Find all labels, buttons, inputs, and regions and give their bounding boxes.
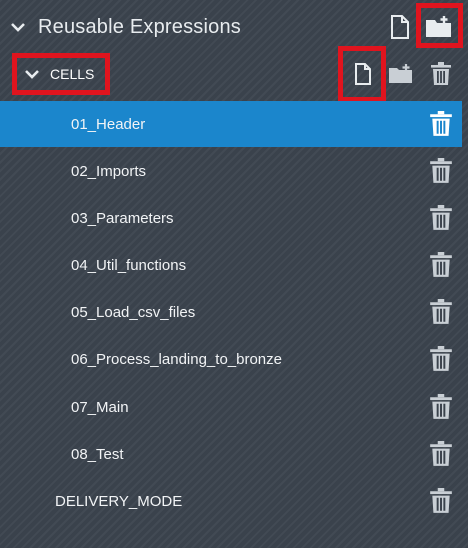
delete-item-button[interactable] [430,205,452,231]
item-label: 03_Parameters [71,209,174,227]
panel-header: Reusable Expressions [0,4,462,50]
item-label: 01_Header [71,115,146,133]
list-item[interactable]: 05_Load_csv_files [0,289,462,335]
delete-item-button[interactable] [430,299,452,325]
trash-icon [430,158,452,183]
folder-plus-icon [389,64,412,83]
trash-icon [430,252,452,277]
delete-item-button[interactable] [430,252,452,278]
panel-title: Reusable Expressions [38,15,241,38]
delete-item-button[interactable] [430,394,452,420]
file-icon [391,15,409,39]
new-cell-button[interactable] [353,62,373,86]
trash-icon [430,111,452,136]
group-label: CELLS [50,66,95,82]
trash-icon [430,346,452,371]
delete-item-button[interactable] [430,488,452,514]
trash-icon [430,488,452,513]
trash-icon [430,394,452,419]
trash-icon [431,62,451,85]
item-label: 07_Main [71,398,129,416]
delete-item-button[interactable] [430,158,452,184]
trash-icon [430,299,452,324]
delete-item-button[interactable] [430,346,452,372]
new-folder-button[interactable] [424,14,454,40]
delete-item-button[interactable] [430,111,452,137]
list-item[interactable]: 02_Imports [0,148,462,194]
item-label: 02_Imports [71,162,147,180]
new-subfolder-button[interactable] [387,62,415,86]
group-row-cells[interactable]: CELLS [0,50,462,98]
reusable-expressions-panel: Reusable Expressions CELLS 01_Header 02_… [0,0,468,548]
list-item[interactable]: 04_Util_functions [0,242,462,288]
delete-group-button[interactable] [430,61,452,87]
list-item[interactable]: 08_Test [0,431,462,477]
item-label: DELIVERY_MODE [55,492,183,510]
trash-icon [430,441,452,466]
list-item[interactable]: 07_Main [0,384,462,430]
list-item[interactable]: 03_Parameters [0,195,462,241]
list-item[interactable]: 01_Header [0,101,462,147]
folder-plus-icon [426,16,451,37]
file-icon [355,63,371,85]
chevron-down-icon[interactable] [10,19,26,35]
list-item[interactable]: 06_Process_landing_to_bronze [0,336,462,382]
trash-icon [430,205,452,230]
list-item-delivery-mode[interactable]: DELIVERY_MODE [0,478,462,524]
item-label: 05_Load_csv_files [71,303,196,321]
item-label: 04_Util_functions [71,256,187,274]
chevron-down-icon[interactable] [24,66,40,82]
item-label: 08_Test [71,445,124,463]
new-file-button[interactable] [389,14,411,40]
item-label: 06_Process_landing_to_bronze [71,350,282,368]
delete-item-button[interactable] [430,441,452,467]
